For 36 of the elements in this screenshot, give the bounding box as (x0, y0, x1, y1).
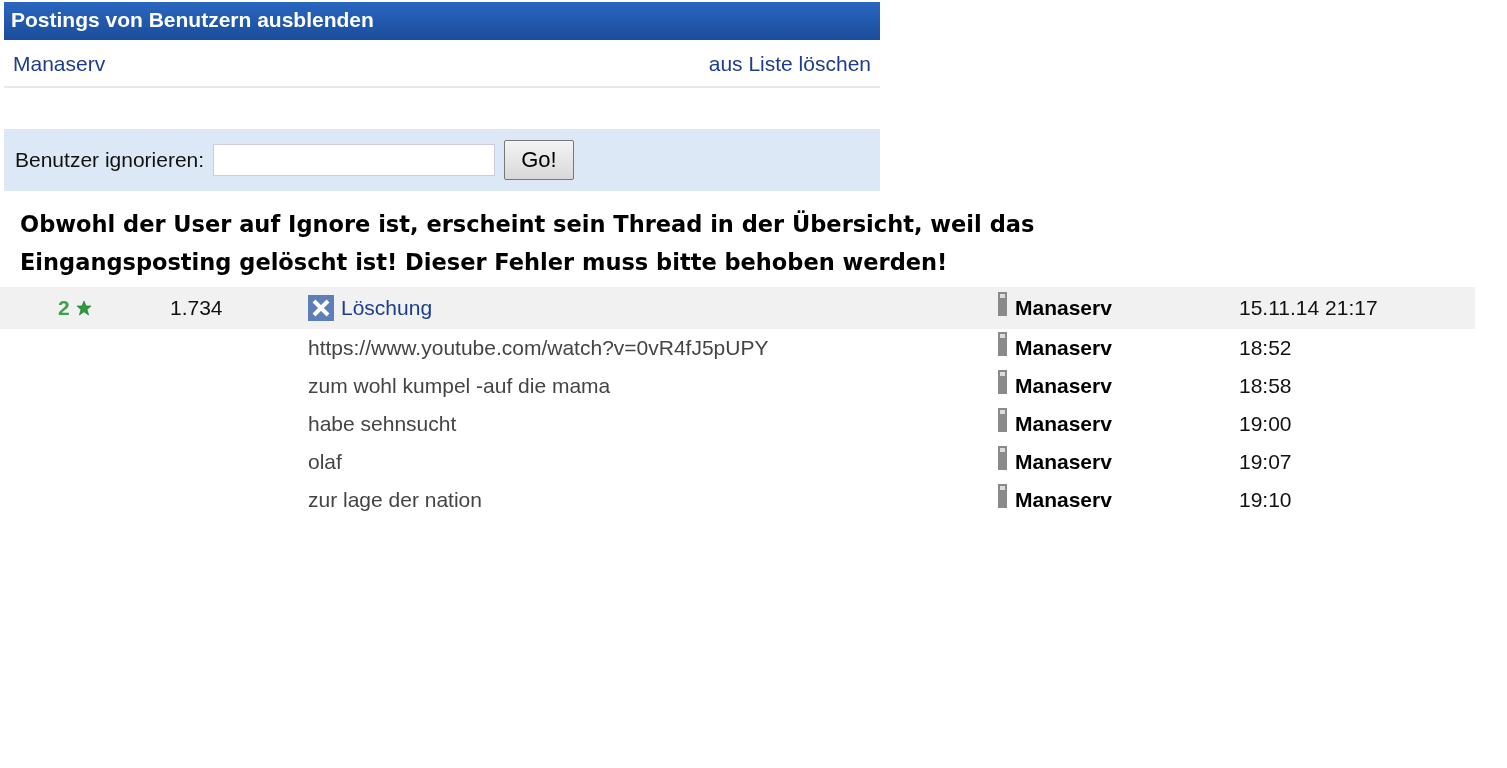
post-time: 18:58 (1239, 374, 1292, 398)
username-field[interactable] (213, 144, 496, 176)
reply-title-link[interactable]: zum wohl kumpel -auf die mama (308, 374, 611, 398)
post-time: 19:07 (1239, 450, 1292, 474)
thread-title-link[interactable]: Löschung (341, 296, 433, 320)
annotation-text: Obwohl der User auf Ignore ist, erscheint sein Thread in der Übersicht, weil das Eingangsposting gelöscht ist! Dieser Fehler muss bitte behoben werden! (19, 209, 1036, 277)
reply-title-link[interactable]: zur lage der nation (308, 488, 482, 512)
user-status-icon (998, 408, 1007, 432)
user-link[interactable]: Manaserv (13, 52, 106, 76)
go-button[interactable]: Go! (504, 140, 574, 180)
view-count: 1.734 (170, 296, 224, 320)
remove-link[interactable]: aus Liste löschen (708, 52, 871, 76)
author-name: Manaserv (1015, 336, 1112, 360)
form-label: Benutzer ignorieren: (15, 148, 205, 172)
thread-row[interactable]: 2 1.734 Löschung Manaserv 15.11.14 21:17 (0, 287, 1475, 329)
panel-title: Postings von Benutzern ausblenden (4, 2, 880, 40)
post-time: 15.11.14 21:17 (1239, 296, 1378, 320)
reply-title-link[interactable]: habe sehnsucht (308, 412, 457, 436)
author-name: Manaserv (1015, 296, 1112, 320)
user-status-icon (998, 484, 1007, 508)
rating-count: 2 (58, 296, 70, 320)
user-status-icon (998, 370, 1007, 394)
deleted-icon (308, 295, 334, 321)
star-icon (75, 300, 92, 316)
post-time: 19:10 (1239, 488, 1292, 512)
author-name: Manaserv (1015, 450, 1112, 474)
author-name: Manaserv (1015, 488, 1112, 512)
post-time: 18:52 (1239, 336, 1292, 360)
reply-title-link[interactable]: https://www.youtube.com/watch?v=0vR4fJ5pUPY (308, 336, 769, 360)
user-status-icon (998, 446, 1007, 470)
author-name: Manaserv (1015, 374, 1112, 398)
reply-title-link[interactable]: olaf (308, 450, 342, 474)
author-name: Manaserv (1015, 412, 1112, 436)
user-status-icon (998, 332, 1007, 356)
user-status-icon (998, 292, 1007, 316)
post-time: 19:00 (1239, 412, 1292, 436)
